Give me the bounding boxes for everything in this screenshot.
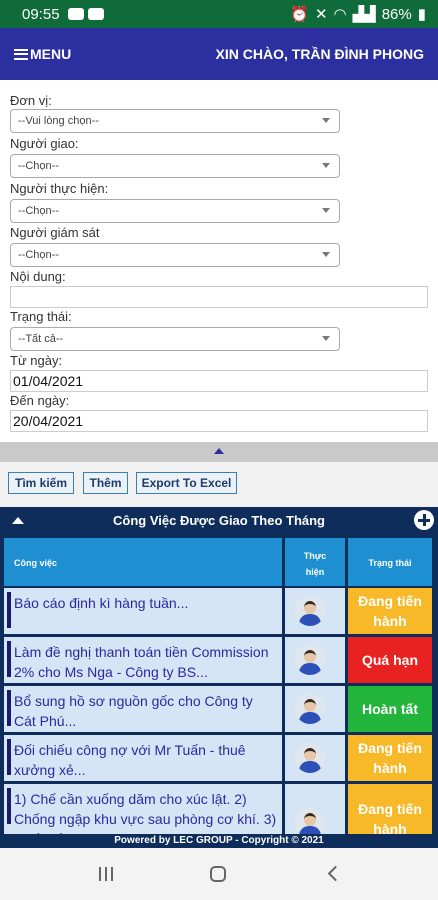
- dropdown-arrow-icon: [322, 118, 330, 123]
- dropdown-arrow-icon: [322, 252, 330, 257]
- task-row-4-executor: [285, 735, 345, 781]
- supervisor-label: Người giám sát: [10, 225, 100, 240]
- dropdown-arrow-icon: [322, 163, 330, 168]
- recent-apps-icon[interactable]: [99, 867, 113, 881]
- from-date-input[interactable]: 01/04/2021: [10, 370, 428, 392]
- clock: 09:55: [22, 5, 60, 23]
- avatar: [295, 694, 325, 724]
- unit-select-value: --Vui lòng chọn--: [18, 115, 99, 127]
- hamburger-icon: [14, 48, 28, 60]
- action-buttons: Tìm kiếm Thêm Export To Excel: [0, 462, 438, 510]
- task-row-2-status: Quá hạn: [348, 637, 432, 683]
- filter-form: Đơn vị: --Vui lòng chọn-- Người giao: --…: [0, 80, 438, 442]
- collapse-filter-bar[interactable]: [0, 442, 438, 462]
- status-select[interactable]: --Tất cả--: [10, 327, 340, 351]
- unit-label: Đơn vị:: [10, 93, 52, 108]
- battery-percent: 86%: [381, 5, 412, 23]
- task-text: Bổ sung hồ sơ nguồn gốc cho Công ty Cát …: [14, 693, 253, 729]
- task-row-5-executor: [285, 784, 345, 834]
- panel-title: Công Việc Được Giao Theo Tháng: [113, 513, 325, 528]
- to-date-label: Đến ngày:: [10, 393, 70, 408]
- column-header-executor-line1: Thực: [303, 551, 327, 561]
- cloud-notification-icon: [87, 8, 104, 20]
- supervisor-select[interactable]: --Chọn--: [10, 243, 340, 267]
- executor-select[interactable]: --Chọn--: [10, 199, 340, 223]
- task-text: Báo cáo định kì hàng tuần...: [14, 595, 189, 611]
- column-header-executor-line2: hiện: [305, 567, 325, 577]
- add-button[interactable]: Thêm: [83, 472, 128, 494]
- avatar: [295, 743, 325, 773]
- user-greeting: XIN CHÀO, TRẦN ĐÌNH PHONG: [215, 46, 424, 62]
- executor-label: Người thực hiện:: [10, 181, 109, 196]
- task-text: 1) Chế cần xuống dăm cho xúc lật. 2) Chố…: [14, 791, 277, 834]
- battery-icon: ▮: [417, 6, 426, 23]
- task-row-1-executor: [285, 588, 345, 634]
- app-bar: MENU XIN CHÀO, TRẦN ĐÌNH PHONG: [0, 28, 438, 80]
- column-header-task: Công việc: [4, 538, 282, 586]
- task-row-4-status: Đang tiến hành: [348, 735, 432, 781]
- from-date-label: Từ ngày:: [10, 353, 63, 368]
- task-panel-header: Công Việc Được Giao Theo Tháng: [0, 507, 438, 534]
- row-marker: [7, 592, 11, 628]
- row-marker: [7, 788, 11, 824]
- notification-app-icon: [67, 8, 84, 20]
- content-input[interactable]: [10, 286, 428, 308]
- dropdown-arrow-icon: [322, 336, 330, 341]
- menu-label: MENU: [30, 46, 72, 62]
- task-text: Làm đề nghị thanh toán tiền Commission 2…: [14, 644, 269, 680]
- task-row-3-status: Hoàn tất: [348, 686, 432, 732]
- executor-select-value: --Chọn--: [18, 205, 59, 217]
- export-excel-button[interactable]: Export To Excel: [136, 472, 237, 494]
- alarm-icon: ⏰: [290, 6, 309, 23]
- task-row-1-status: Đang tiến hành: [348, 588, 432, 634]
- task-row-1-name[interactable]: Báo cáo định kì hàng tuần...: [4, 588, 282, 634]
- task-row-5-name[interactable]: 1) Chế cần xuống dăm cho xúc lật. 2) Chố…: [4, 784, 282, 834]
- content-label: Nội dung:: [10, 269, 66, 284]
- row-marker: [7, 641, 11, 677]
- avatar: [295, 808, 325, 834]
- task-row-2-name[interactable]: Làm đề nghị thanh toán tiền Commission 2…: [4, 637, 282, 683]
- status-bar: 09:55 ⏰ ✕ ◠ ▟▟ 86% ▮: [0, 0, 438, 28]
- signal-icon: ▟▟: [352, 6, 376, 23]
- wifi-icon: ◠: [333, 6, 347, 23]
- column-header-status: Trạng thái: [348, 538, 432, 586]
- mute-icon: ✕: [314, 6, 328, 23]
- to-date-input[interactable]: 20/04/2021: [10, 410, 428, 432]
- back-icon[interactable]: [327, 865, 344, 882]
- assigner-select-value: --Chọn--: [18, 160, 59, 172]
- status-label: Trạng thái:: [10, 309, 72, 324]
- supervisor-select-value: --Chọn--: [18, 249, 59, 261]
- system-nav-bar: [0, 848, 438, 900]
- row-marker: [7, 690, 11, 726]
- dropdown-arrow-icon: [322, 208, 330, 213]
- home-icon[interactable]: [210, 866, 226, 882]
- add-task-icon[interactable]: [414, 510, 434, 530]
- assigner-select[interactable]: --Chọn--: [10, 154, 340, 178]
- avatar: [295, 596, 325, 626]
- task-row-3-name[interactable]: Bổ sung hồ sơ nguồn gốc cho Công ty Cát …: [4, 686, 282, 732]
- avatar: [295, 645, 325, 675]
- row-marker: [7, 739, 11, 775]
- column-header-executor: Thực hiện: [285, 538, 345, 586]
- copyright-footer: Powered by LEC GROUP - Copyright © 2021: [0, 834, 438, 848]
- assigner-label: Người giao:: [10, 136, 79, 151]
- task-text: Đối chiếu công nợ với Mr Tuấn - thuê xưở…: [14, 742, 246, 778]
- status-select-value: --Tất cả--: [18, 333, 64, 345]
- menu-button[interactable]: MENU: [14, 46, 71, 62]
- task-row-2-executor: [285, 637, 345, 683]
- unit-select[interactable]: --Vui lòng chọn--: [10, 109, 340, 133]
- task-table: Công việc Thực hiện Trạng thái Báo cáo đ…: [0, 534, 438, 834]
- task-row-4-name[interactable]: Đối chiếu công nợ với Mr Tuấn - thuê xưở…: [4, 735, 282, 781]
- search-button[interactable]: Tìm kiếm: [8, 472, 74, 494]
- task-row-3-executor: [285, 686, 345, 732]
- collapse-up-icon: [214, 448, 224, 454]
- task-row-5-status: Đang tiến hành: [348, 784, 432, 834]
